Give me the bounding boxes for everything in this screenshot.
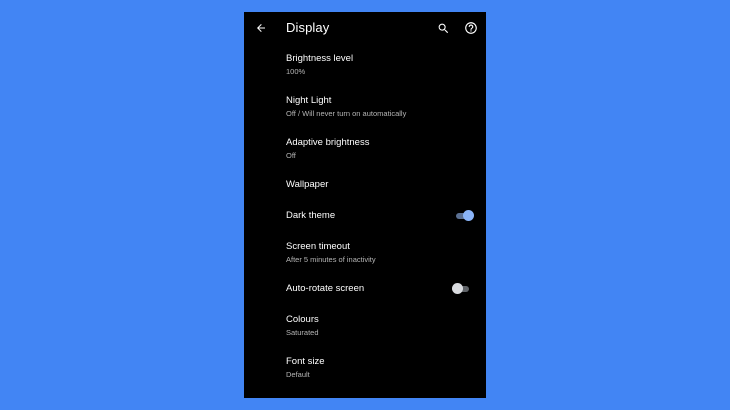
toggle-thumb (452, 283, 463, 294)
adaptive-brightness-summary: Off (286, 151, 296, 160)
brightness-level-item[interactable]: Brightness level 100% (244, 50, 486, 82)
font-size-item[interactable]: Font size Default (244, 353, 486, 385)
screen-timeout-summary: After 5 minutes of inactivity (286, 255, 376, 264)
auto-rotate-title: Auto-rotate screen (286, 283, 365, 294)
screen-timeout-item[interactable]: Screen timeout After 5 minutes of inacti… (244, 238, 486, 270)
dark-theme-title: Dark theme (286, 210, 336, 221)
night-light-title: Night Light (286, 95, 332, 106)
page-title: Display (286, 20, 330, 35)
dark-theme-toggle[interactable] (456, 210, 474, 222)
colours-title: Colours (286, 314, 319, 325)
adaptive-brightness-title: Adaptive brightness (286, 137, 370, 148)
help-circle-icon (465, 22, 477, 34)
brightness-level-summary: 100% (286, 67, 306, 76)
adaptive-brightness-item[interactable]: Adaptive brightness Off (244, 134, 486, 166)
night-light-item[interactable]: Night Light Off / Will never turn on aut… (244, 92, 486, 124)
font-size-title: Font size (286, 356, 325, 367)
display-settings-screen: Display Brightness level 100% Night Ligh… (244, 12, 486, 398)
help-button[interactable] (462, 19, 480, 37)
wallpaper-item[interactable]: Wallpaper (244, 176, 486, 198)
brightness-level-title: Brightness level (286, 53, 354, 64)
night-light-summary: Off / Will never turn on automatically (286, 109, 407, 118)
back-button[interactable] (252, 19, 270, 37)
toggle-thumb (463, 210, 474, 221)
arrow-back-icon (257, 24, 265, 32)
colours-summary: Saturated (286, 328, 319, 337)
auto-rotate-item[interactable]: Auto-rotate screen (244, 280, 486, 302)
auto-rotate-toggle[interactable] (452, 283, 470, 295)
search-icon (438, 23, 448, 33)
search-button[interactable] (434, 19, 452, 37)
wallpaper-title: Wallpaper (286, 179, 329, 190)
colours-item[interactable]: Colours Saturated (244, 311, 486, 343)
screen-timeout-title: Screen timeout (286, 241, 350, 252)
dark-theme-item[interactable]: Dark theme (244, 207, 486, 229)
font-size-summary: Default (286, 370, 310, 379)
app-bar: Display (244, 12, 486, 44)
